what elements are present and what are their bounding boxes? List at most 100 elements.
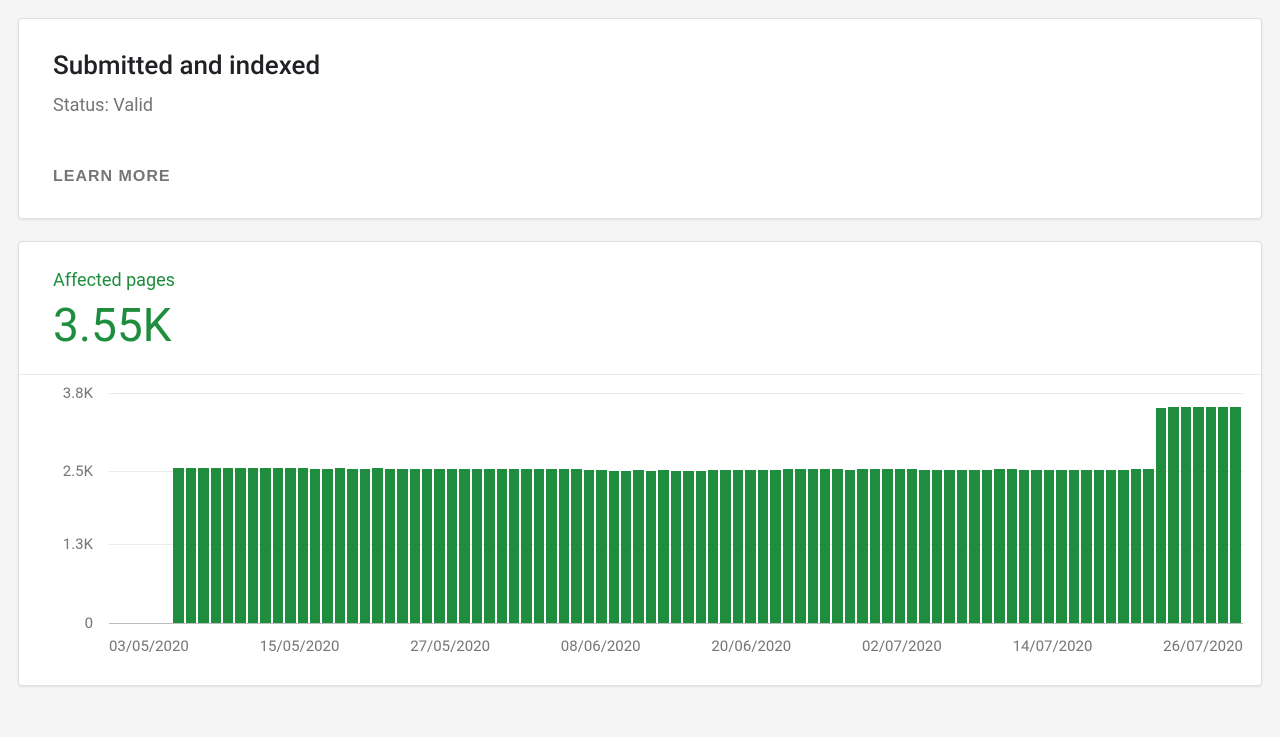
chart-bar: [671, 471, 681, 623]
chart-bar: [969, 470, 979, 623]
chart-bar: [1131, 469, 1141, 622]
chart-bar: [571, 469, 581, 622]
chart-bar: [633, 470, 643, 623]
chart-bar: [646, 471, 656, 623]
chart-bar: [1193, 407, 1203, 622]
chart-bar: [708, 470, 718, 623]
chart-bar: [957, 470, 967, 623]
chart-bar: [609, 471, 619, 623]
chart-bar: [248, 468, 258, 622]
page-title: Submitted and indexed: [53, 51, 1227, 81]
chart-card: Affected pages 3.55K 0 1.3K 2.5K 3.8K 03/05…: [18, 241, 1262, 686]
status-value: Valid: [113, 95, 153, 116]
chart-bar: [982, 470, 992, 623]
chart-bar: [1143, 469, 1153, 623]
x-tick-label: 02/07/2020: [862, 637, 942, 655]
chart-bar: [235, 468, 245, 622]
chart-bar: [521, 469, 531, 622]
chart-bar: [559, 469, 569, 622]
chart-bar: [1106, 470, 1116, 623]
x-tick-label: 14/07/2020: [1013, 637, 1093, 655]
learn-more-button[interactable]: LEARN MORE: [53, 164, 171, 190]
chart-bar: [472, 469, 482, 623]
y-tick-label: 2.5K: [63, 462, 93, 480]
chart-bar: [584, 470, 594, 623]
chart-bar: [372, 468, 382, 622]
chart-bar: [895, 469, 905, 623]
chart-bar: [832, 469, 842, 622]
chart-bar: [808, 469, 818, 622]
x-tick-label: 03/05/2020: [109, 637, 189, 655]
x-tick-label: 27/05/2020: [410, 637, 490, 655]
chart-bar: [422, 469, 432, 623]
metric-label: Affected pages: [53, 270, 1227, 291]
chart-bar: [273, 468, 283, 622]
chart-bar: [696, 471, 706, 623]
chart-bar: [298, 468, 308, 622]
x-tick-label: 20/06/2020: [711, 637, 791, 655]
chart-bar: [1118, 470, 1128, 623]
y-tick-label: 0: [85, 614, 93, 632]
bar-container: [109, 393, 1243, 623]
x-axis: 03/05/202015/05/202027/05/202008/06/2020…: [109, 637, 1243, 655]
chart-bar: [621, 471, 631, 623]
y-axis: 01.3K2.5K3.8K: [19, 393, 103, 623]
chart-bar: [658, 470, 668, 623]
y-tick-label: 1.3K: [63, 535, 93, 553]
chart-bar: [360, 469, 370, 623]
x-tick-label: 15/05/2020: [260, 637, 340, 655]
chart-bar: [173, 468, 183, 622]
chart-bar: [347, 469, 357, 623]
chart-bar: [447, 469, 457, 623]
chart-bar: [385, 469, 395, 623]
chart-bar: [596, 470, 606, 623]
chart-bar: [795, 469, 805, 622]
chart-bar: [335, 468, 345, 622]
chart-bar: [870, 469, 880, 622]
chart-bar: [397, 469, 407, 623]
chart-bar: [907, 469, 917, 622]
chart-bar: [1019, 470, 1029, 623]
chart-bar: [285, 468, 295, 622]
chart-bar: [1007, 469, 1017, 622]
chart-bar: [223, 468, 233, 622]
chart-bar: [459, 469, 469, 623]
chart-bar: [497, 469, 507, 623]
chart-bar: [733, 470, 743, 623]
chart-bar: [720, 470, 730, 623]
chart-bar: [857, 469, 867, 622]
chart-bar: [770, 470, 780, 623]
chart-bar: [944, 470, 954, 623]
y-tick-label: 3.8K: [63, 384, 93, 402]
chart-bar: [758, 470, 768, 623]
chart-bar: [919, 470, 929, 623]
chart-bar: [509, 469, 519, 622]
chart-bar: [1218, 407, 1228, 623]
chart-bar: [211, 468, 221, 622]
chart-bar: [1031, 470, 1041, 623]
chart-bar: [260, 468, 270, 622]
chart-area: 0 1.3K 2.5K 3.8K 03/05/2020 15/05/2020 27/05/…: [19, 375, 1261, 685]
chart-header: Affected pages 3.55K: [19, 242, 1261, 375]
chart-bar: [1069, 470, 1079, 623]
chart-bar: [845, 470, 855, 623]
chart-bar: [198, 468, 208, 622]
chart-bar: [1056, 470, 1066, 623]
chart-bar: [1181, 407, 1191, 622]
metric-value: 3.55K: [53, 301, 1227, 352]
chart-bar: [1081, 470, 1091, 623]
status-card: Submitted and indexed Status: Valid LEAR…: [18, 18, 1262, 219]
status-prefix: Status:: [53, 95, 113, 116]
chart-bar: [546, 469, 556, 622]
chart-bar: [994, 469, 1004, 622]
status-line: Status: Valid: [53, 95, 1227, 116]
chart-bar: [484, 469, 494, 623]
chart-bar: [410, 469, 420, 623]
chart-bar: [932, 470, 942, 623]
chart-bar: [186, 468, 196, 622]
chart-bar: [534, 469, 544, 622]
chart-bar: [322, 469, 332, 623]
gridline: [109, 623, 1243, 624]
chart-bar: [820, 469, 830, 622]
x-tick-label: 26/07/2020: [1163, 637, 1243, 655]
